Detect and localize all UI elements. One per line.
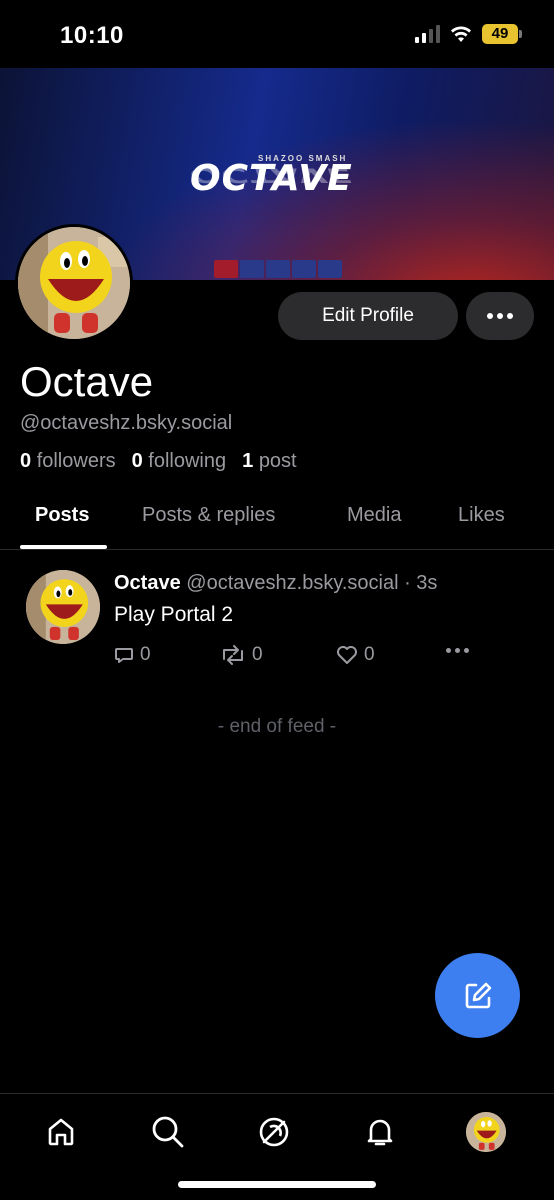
post-text: Play Portal 2 [114,603,234,626]
cellular-signal-icon [415,25,440,43]
home-icon [48,1118,74,1146]
repost-icon [223,645,243,665]
compose-icon [465,982,491,1008]
tab-likes[interactable]: Likes [458,504,505,527]
repost-count: 0 [252,644,263,665]
profile-avatar[interactable] [15,224,133,342]
like-button[interactable]: 0 [336,644,375,666]
post-header: Octave @octaveshz.bsky.social · 3s [114,572,437,595]
post-author-handle[interactable]: @octaveshz.bsky.social [186,572,398,594]
post-time: · 3s [404,572,438,594]
battery-indicator: 49 [482,24,522,44]
wifi-icon [451,26,471,42]
status-indicators: 49 [415,24,522,44]
post-author-name[interactable]: Octave [114,572,181,594]
like-count: 0 [364,644,375,665]
profile-stats: 0 followers 0 following 1 post [20,450,297,473]
reply-button[interactable]: 0 [114,644,151,666]
profile-avatar-icon [466,1112,506,1152]
posts-stat: 1 post [242,450,297,472]
heart-icon [337,646,357,664]
status-bar: 10:10 49 [0,0,554,68]
status-time: 10:10 [60,22,124,49]
tab-posts-and-replies[interactable]: Posts & replies [142,504,275,527]
more-options-button[interactable] [466,292,534,340]
post-more-button[interactable] [446,648,469,653]
nav-search[interactable] [144,1108,192,1156]
nav-home[interactable] [37,1108,85,1156]
post-actions: 0 0 0 [114,644,474,670]
compose-post-button[interactable] [435,953,520,1038]
post-author-avatar[interactable] [26,570,100,644]
end-of-feed-label: - end of feed - [217,716,337,737]
more-icon [487,313,513,319]
more-icon [446,648,469,653]
tab-media[interactable]: Media [347,504,401,527]
notifications-icon [367,1119,393,1146]
reply-count: 0 [140,644,151,665]
banner-title-reflection: OCTAVE [190,163,353,186]
active-tab-indicator [20,545,107,549]
edit-profile-button[interactable]: Edit Profile [278,292,458,340]
reply-icon [115,648,133,663]
nav-notifications[interactable] [356,1108,404,1156]
profile-display-name: Octave [20,358,154,405]
sponsor-logos [214,260,342,278]
nav-feeds[interactable] [250,1108,298,1156]
profile-tabs: Posts Posts & replies Media Likes [0,490,554,550]
profile-handle: @octaveshz.bsky.social [20,412,233,434]
feeds-icon [259,1117,289,1147]
search-icon [152,1116,184,1148]
home-indicator [178,1181,376,1188]
tab-posts[interactable]: Posts [35,504,89,527]
nav-profile[interactable] [462,1108,510,1156]
followers-stat[interactable]: 0 followers [20,450,116,473]
following-stat[interactable]: 0 following [132,450,227,473]
repost-button[interactable]: 0 [220,644,263,666]
